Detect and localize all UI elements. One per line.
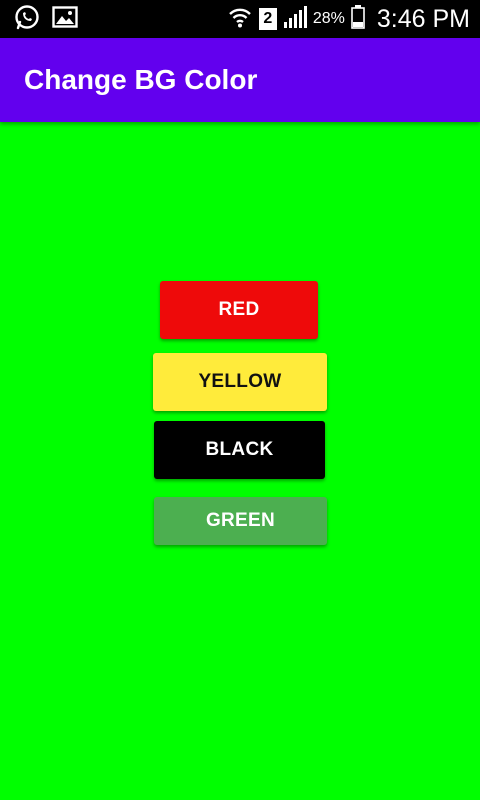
sim-indicator: 2 bbox=[258, 8, 277, 30]
image-icon bbox=[52, 5, 78, 34]
system-icons: 2 28% 3:46 PM bbox=[227, 0, 470, 38]
notification-icons bbox=[14, 4, 78, 35]
whatsapp-icon bbox=[14, 4, 40, 35]
yellow-button[interactable]: YELLOW bbox=[153, 353, 327, 411]
status-clock: 3:46 PM bbox=[376, 4, 470, 33]
wifi-icon bbox=[227, 5, 253, 34]
red-button[interactable]: RED bbox=[160, 281, 318, 339]
signal-strength-icon bbox=[283, 5, 307, 33]
app-bar: Change BG Color bbox=[0, 38, 480, 122]
green-button[interactable]: GREEN bbox=[154, 497, 327, 545]
black-button[interactable]: BLACK bbox=[154, 421, 325, 479]
app-title: Change BG Color bbox=[24, 64, 258, 95]
battery-icon bbox=[351, 4, 365, 34]
battery-percent: 28% bbox=[312, 10, 345, 27]
status-bar: 2 28% 3:46 PM bbox=[0, 0, 480, 38]
